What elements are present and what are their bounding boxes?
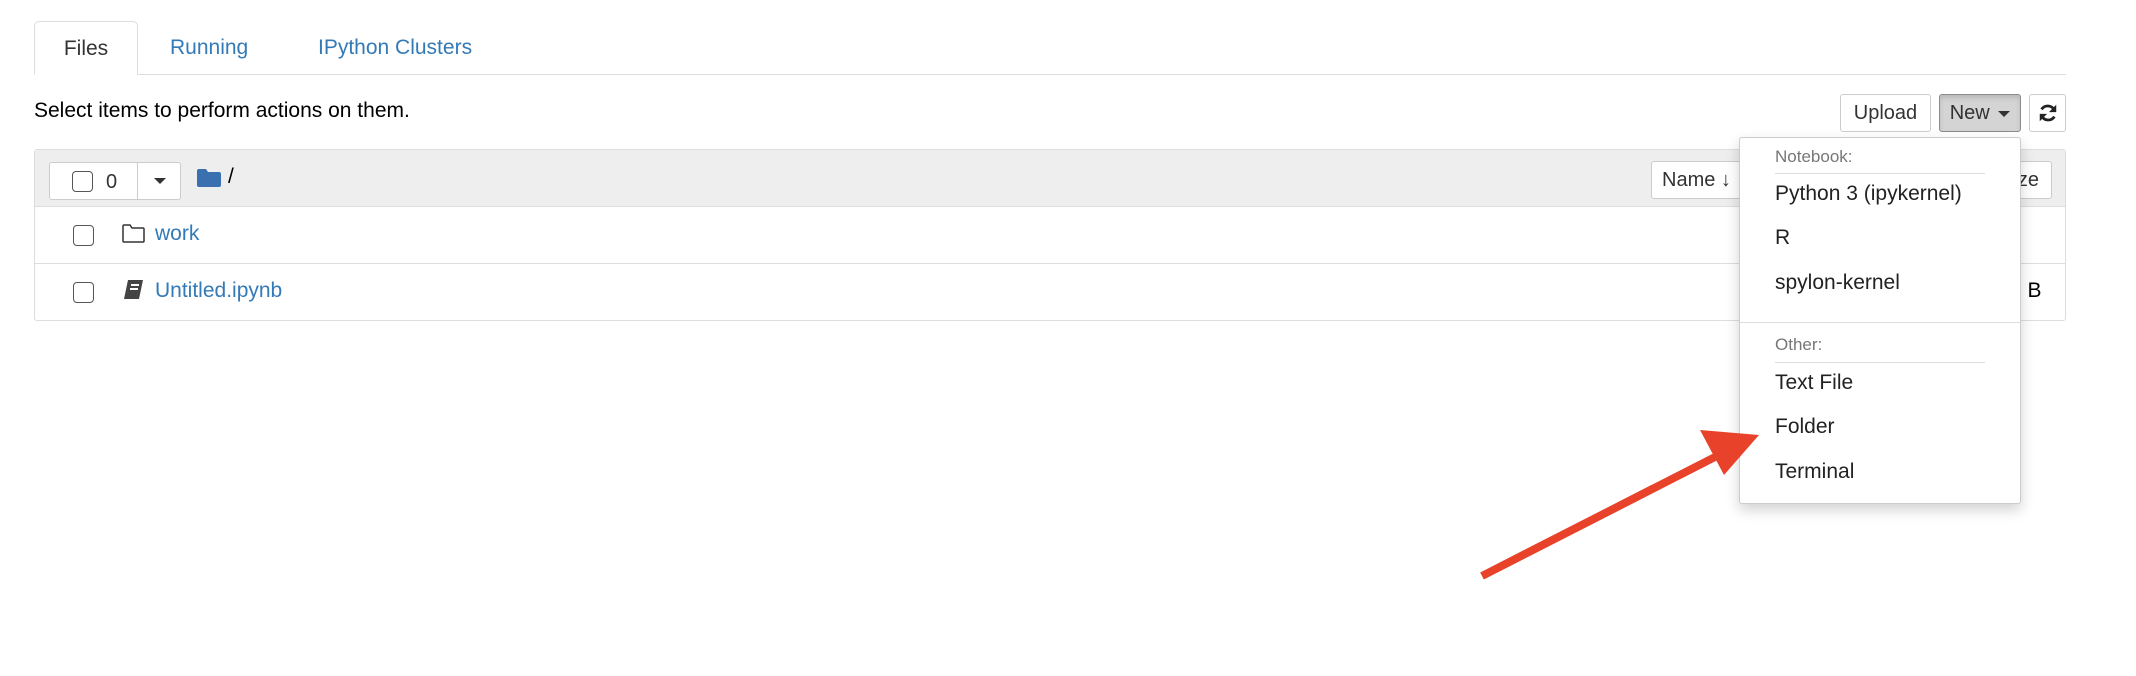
sort-name-button[interactable]: Name ↓ (1651, 161, 1751, 199)
row-checkbox[interactable] (73, 282, 94, 303)
menu-item-spylon-kernel[interactable]: spylon-kernel (1775, 271, 1900, 295)
caret-down-icon (1998, 110, 2011, 117)
menu-header-divider (1775, 362, 1985, 363)
menu-header-divider (1775, 173, 1985, 174)
menu-item-folder[interactable]: Folder (1775, 415, 1835, 439)
arrow-down-icon: ↓ (1720, 169, 1731, 191)
breadcrumb-root[interactable]: / (228, 165, 234, 189)
selected-count: 0 (106, 171, 118, 193)
menu-header-notebook: Notebook: (1775, 147, 1853, 166)
select-dropdown-button[interactable] (137, 162, 182, 200)
tab-running[interactable]: Running (170, 21, 248, 75)
tab-ipython-clusters[interactable]: IPython Clusters (318, 21, 472, 75)
instruction-text: Select items to perform actions on them. (34, 99, 410, 122)
new-button[interactable]: New (1939, 94, 2021, 132)
menu-item-r[interactable]: R (1775, 226, 1790, 250)
refresh-button[interactable] (2029, 94, 2066, 132)
sort-name-label: Name (1662, 169, 1716, 191)
menu-divider (1740, 322, 2020, 323)
new-button-label: New (1949, 102, 1990, 124)
menu-item-terminal[interactable]: Terminal (1775, 460, 1854, 484)
select-all-group[interactable]: 0 (49, 162, 181, 200)
folder-open-icon (197, 169, 221, 187)
caret-down-icon (154, 178, 166, 184)
row-checkbox[interactable] (73, 225, 94, 246)
select-all-checkbox[interactable] (72, 171, 93, 192)
size-label: ze (2017, 169, 2039, 191)
upload-button[interactable]: Upload (1840, 94, 1931, 132)
new-dropdown-menu: Notebook: Python 3 (ipykernel) R spylon-… (1739, 137, 2021, 504)
menu-item-text-file[interactable]: Text File (1775, 371, 1853, 395)
refresh-icon (2039, 104, 2056, 122)
file-link-untitled-ipynb[interactable]: Untitled.ipynb (155, 279, 282, 303)
folder-icon (122, 224, 145, 243)
notebook-icon (124, 280, 143, 299)
menu-header-other: Other: (1775, 335, 1823, 354)
file-link-work[interactable]: work (155, 222, 199, 246)
menu-item-python3[interactable]: Python 3 (ipykernel) (1775, 182, 1962, 206)
tab-files[interactable]: Files (34, 21, 138, 75)
